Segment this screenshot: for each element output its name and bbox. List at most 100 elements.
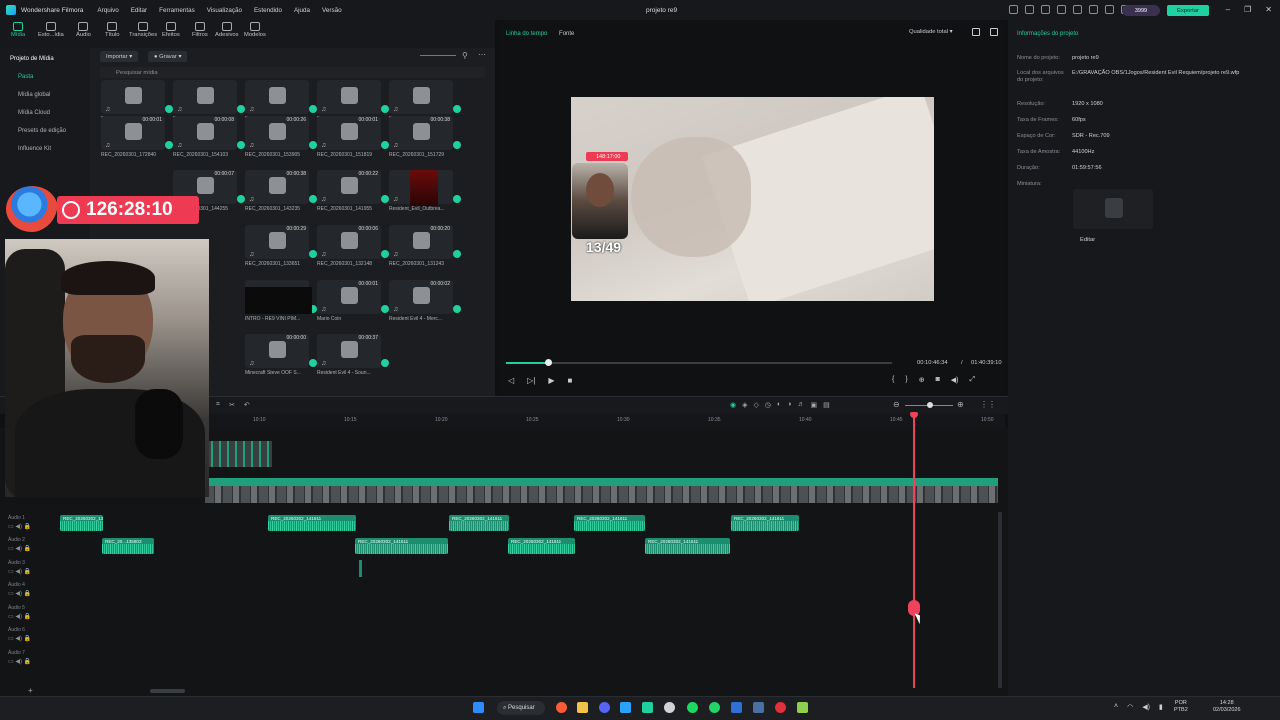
track-controls-icon[interactable]: ▭ ◀) 🔒 — [8, 635, 31, 642]
media-item[interactable]: ♫ 00:00:01 Mario Coin — [317, 280, 389, 322]
tool-audio[interactable]: Áudio — [76, 22, 91, 38]
video-clip-upper[interactable] — [205, 441, 272, 467]
edit-thumbnail-button[interactable]: Editar — [1080, 237, 1095, 243]
undo-icon[interactable]: ↶ — [244, 401, 250, 409]
sidebar-item-cloud-media[interactable]: Mídia Cloud — [18, 110, 50, 116]
media-item[interactable]: ♫ 00:00:08 REC_20260301_154103 — [173, 116, 245, 158]
menu-ajuda[interactable]: Ajuda — [294, 7, 310, 14]
zoom-icon[interactable]: ⊕ — [919, 376, 925, 384]
audio-clip[interactable]: REC_20...135603 — [102, 538, 154, 554]
whatsapp-icon[interactable] — [709, 702, 720, 713]
close-icon[interactable]: ✕ — [1265, 5, 1272, 14]
track-controls-icon[interactable]: ▭ ◀) 🔒 — [8, 568, 31, 575]
mask-icon[interactable]: ◑ — [787, 401, 791, 409]
layout-icon[interactable] — [1041, 5, 1050, 14]
audio-clip[interactable]: REC_20260302_141611 — [355, 538, 448, 554]
chevron-up-icon[interactable]: ˄ — [1114, 703, 1118, 711]
sidebar-item-global-media[interactable]: Mídia global — [18, 92, 50, 98]
play-icon[interactable]: ▶ — [548, 376, 554, 385]
wifi-icon[interactable]: ◠ — [1127, 703, 1133, 711]
speed-icon[interactable]: ◷ — [765, 401, 771, 409]
media-item[interactable]: ♫ 00:00:01 REC_20260301_172840 — [101, 116, 173, 158]
tab-timeline[interactable]: Linha do tempo — [506, 31, 547, 37]
track-controls-icon[interactable]: ▭ ◀) 🔒 — [8, 545, 31, 552]
headset-icon[interactable] — [1105, 5, 1114, 14]
audio-mix-icon[interactable]: ♬ — [797, 401, 804, 409]
maximize-icon[interactable]: ❐ — [1244, 5, 1251, 14]
speaker-icon[interactable]: ◀) — [1142, 703, 1150, 711]
tool-effects[interactable]: Efeitos — [162, 22, 180, 38]
tool-stock[interactable]: Esto...ídia — [38, 22, 64, 38]
tool-media[interactable]: Mídia — [11, 22, 25, 38]
search-input[interactable]: Pesquisar mídia — [100, 67, 485, 78]
credits-badge[interactable]: 3999 — [1122, 5, 1160, 16]
export-button[interactable]: Exportar — [1167, 5, 1209, 16]
menu-editar[interactable]: Editar — [131, 7, 147, 14]
audio-clip[interactable]: REC_20260302_141611 — [731, 515, 799, 531]
timeline-zoom-slider[interactable] — [905, 402, 953, 408]
zoom-knob[interactable] — [927, 402, 933, 408]
stop-icon[interactable]: ■ — [568, 376, 573, 385]
minimize-icon[interactable]: – — [1226, 5, 1230, 14]
audio-clip[interactable]: REC_20260302_141611 — [508, 538, 575, 554]
cloud-icon[interactable] — [1073, 5, 1082, 14]
audio-clip[interactable]: REC_20260302_135603 — [60, 515, 103, 531]
track-controls-icon[interactable]: ▭ ◀) 🔒 — [8, 523, 31, 530]
taskbar-search[interactable]: ⌕ Pesquisar — [497, 701, 545, 715]
ai-icon[interactable]: ◉ — [730, 401, 736, 409]
more-icon[interactable]: ⋯ — [478, 50, 486, 59]
media-item[interactable]: ♫ 00:00:01 REC_20260301_151819 — [317, 116, 389, 158]
fullscreen-icon[interactable] — [990, 28, 998, 36]
sidebar-item-influence-kit[interactable]: Influence Kit — [18, 146, 51, 152]
media-item[interactable]: ♫ 00:00:22 REC_20260301_141955 — [317, 170, 389, 212]
tool-transitions[interactable]: Transições — [129, 22, 157, 38]
cut-icon[interactable]: ✂ — [229, 401, 235, 409]
spotify-icon[interactable] — [687, 702, 698, 713]
brave-icon[interactable] — [556, 702, 567, 713]
gift-icon[interactable] — [1009, 5, 1018, 14]
sidebar-item-folder[interactable]: Pasta — [18, 74, 33, 80]
zoom-out-icon[interactable]: ⊖ — [893, 400, 900, 409]
tool-stickers[interactable]: Adesivos — [215, 22, 239, 38]
tab-source[interactable]: Fonte — [559, 31, 574, 37]
record-app-icon[interactable] — [775, 702, 786, 713]
mark-out-icon[interactable]: } — [905, 376, 907, 384]
crop-icon[interactable]: ⌗ — [216, 401, 220, 409]
timeline-scrollbar-v[interactable] — [998, 512, 1002, 688]
obs-icon[interactable] — [664, 702, 675, 713]
play-frame-icon[interactable]: ▷| — [527, 376, 535, 385]
expand-icon[interactable]: ⤢ — [970, 376, 976, 384]
audio-clip[interactable]: REC_20260302_141611 — [449, 515, 509, 531]
snapshot-icon[interactable] — [972, 28, 980, 36]
media-item[interactable]: ♫ 00:00:20 REC_20260301_131243 — [389, 225, 461, 267]
keyboard-layout[interactable]: POR PTB2 — [1174, 700, 1188, 714]
volume-icon[interactable]: ◀) — [951, 376, 959, 384]
tool-filters[interactable]: Filtros — [192, 22, 208, 38]
notes-icon[interactable] — [797, 702, 808, 713]
filter-icon[interactable]: ⚲ — [462, 51, 468, 60]
media-item[interactable]: ♫ 00:00:00 Minecraft Steve OOF S... — [245, 334, 317, 376]
steam-icon[interactable] — [731, 702, 742, 713]
import-button[interactable]: Importar ▾ — [100, 51, 139, 62]
add-track-icon[interactable]: + — [28, 686, 33, 695]
subtitle-icon[interactable]: ▤ — [823, 401, 830, 409]
discord-icon[interactable] — [599, 702, 610, 713]
record-button[interactable]: ● Gravar ▾ — [148, 51, 188, 62]
media-item[interactable]: ♫ 00:00:02 Resident Evil 4 - Merc... — [389, 280, 461, 322]
mail-icon[interactable] — [1057, 5, 1066, 14]
track-controls-icon[interactable]: ▭ ◀) 🔒 — [8, 590, 31, 597]
audio-clip[interactable]: REC_20260302_141611 — [268, 515, 356, 531]
keyframe-icon[interactable]: ◇ — [754, 401, 759, 409]
tool-templates[interactable]: Modelos — [244, 22, 266, 38]
audio-clip-small[interactable] — [359, 560, 362, 577]
audio-clip[interactable]: REC_20260302_141611 — [645, 538, 730, 554]
grid-view-icon[interactable]: ⋮⋮ — [980, 400, 996, 409]
sidebar-item-project-media[interactable]: Projeto de Mídia — [10, 56, 54, 62]
tool-title[interactable]: Título — [105, 22, 120, 38]
upload-icon[interactable] — [1025, 5, 1034, 14]
filmora-taskbar-icon[interactable] — [642, 702, 653, 713]
track-controls-icon[interactable]: ▭ ◀) 🔒 — [8, 658, 31, 665]
windows-start-icon[interactable] — [473, 702, 484, 713]
color-icon[interactable]: ◐ — [777, 401, 781, 409]
zoom-in-icon[interactable]: ⊕ — [957, 400, 964, 409]
